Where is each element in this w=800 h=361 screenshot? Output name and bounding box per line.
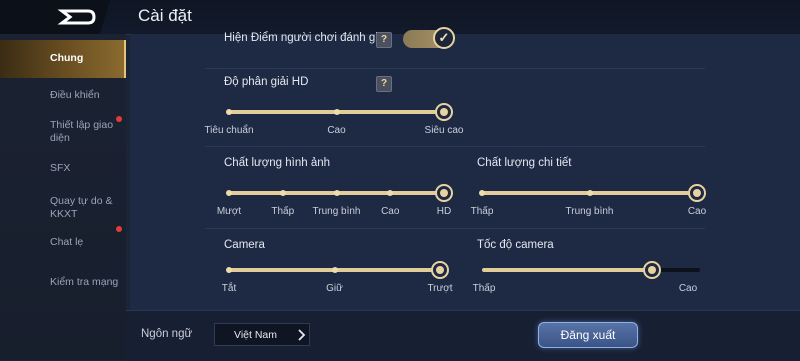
slider-option-label[interactable]: Trượt [427,283,452,294]
top-bar: Cài đặt [0,0,800,35]
graphics-quality-slider[interactable] [226,181,453,205]
slider-option-label[interactable]: Cao [381,206,399,217]
slider-min-label: Thấp [472,283,496,294]
resolution-label: Độ phân giải HD [224,76,309,88]
sidebar-item-free-camera[interactable]: Quay tự do & KKXT [0,192,126,224]
slider-option-label[interactable]: Siêu cao [425,125,464,136]
slider-fill [482,268,653,272]
slider-step-dot [479,190,485,196]
sidebar-item-general[interactable]: Chung [0,40,126,78]
language-label: Ngôn ngữ [141,328,193,340]
notification-dot [116,116,122,122]
slider-option-label[interactable]: Thấp [471,206,494,217]
slider-step-dot [333,190,340,196]
slider-step-dot [226,190,232,196]
slider-step-dot [586,190,593,196]
detail-quality-slider[interactable] [479,181,706,205]
divider [205,68,705,69]
sidebar-item-label: Kiểm tra mạng [50,276,119,288]
sidebar-item-controls[interactable]: Điều khiển [0,82,126,110]
slider-thumb[interactable] [688,184,706,202]
notification-dot [116,226,122,232]
camera-label: Camera [224,239,265,251]
back-arrow-icon [0,0,110,34]
divider [205,228,705,229]
slider-max-label: Cao [678,283,698,294]
detail-quality-label: Chất lượng chi tiết [477,157,572,169]
slider-thumb[interactable] [643,261,662,279]
graphics-quality-label: Chất lượng hình ảnh [224,157,331,169]
slider-step-dot [333,109,340,115]
slider-option-label[interactable]: Cao [327,125,345,136]
chevron-right-icon [298,329,306,341]
camera-speed-label: Tốc độ camera [477,239,554,251]
slider-option-label[interactable]: HD [437,206,451,217]
slider-option-label[interactable]: Mượt [217,206,241,217]
slider-thumb[interactable] [435,184,453,202]
sidebar-item-network-test[interactable]: Kiểm tra mạng [0,272,126,294]
rating-toggle[interactable]: ✓ [403,27,455,49]
page-title: Cài đặt [138,6,192,25]
sidebar-item-sfx[interactable]: SFX [0,158,126,180]
sidebar: Chung Điều khiển Thiết lập giao diện SFX… [0,34,126,360]
sidebar-item-label: Chat lẹ [50,236,84,248]
sidebar-item-label: Thiết lập giao diện [50,119,114,144]
language-value: Việt Nam [234,329,277,341]
slider-option-label[interactable]: Thấp [271,206,294,217]
language-select[interactable]: Việt Nam [214,323,310,346]
slider-step-dot [226,109,232,115]
sidebar-item-quick-chat[interactable]: Chat lẹ [0,226,126,254]
slider-option-label[interactable]: Trung bình [313,206,361,217]
camera-slider[interactable] [226,258,449,282]
rating-toggle-label: Hiện Điểm người chơi đánh giá [224,32,385,44]
back-button[interactable] [0,0,118,34]
slider-option-label[interactable]: Giữ [326,283,343,294]
camera-speed-slider[interactable] [482,258,700,282]
slider-option-label[interactable]: Trung bình [566,206,614,217]
sidebar-item-label: SFX [50,162,71,174]
rating-help-button[interactable]: ? [376,32,392,48]
resolution-help-button[interactable]: ? [376,76,392,92]
divider [205,146,705,147]
sidebar-item-label: Điều khiển [50,89,100,101]
resolution-slider[interactable] [226,100,453,124]
slider-thumb[interactable] [435,103,453,121]
slider-step-dot [387,190,394,196]
sidebar-item-label: Quay tự do & KKXT [50,195,113,220]
sidebar-item-interface[interactable]: Thiết lập giao diện [0,116,126,148]
logout-button[interactable]: Đăng xuất [538,322,638,348]
slider-option-label[interactable]: Tiêu chuẩn [204,125,253,136]
slider-step-dot [279,190,286,196]
slider-step-dot [331,267,338,273]
slider-option-label[interactable]: Cao [688,206,706,217]
slider-step-dot [226,267,232,273]
slider-thumb[interactable] [431,261,449,279]
sidebar-item-label: Chung [50,52,84,64]
check-icon: ✓ [433,27,455,49]
slider-option-label[interactable]: Tắt [222,283,236,294]
